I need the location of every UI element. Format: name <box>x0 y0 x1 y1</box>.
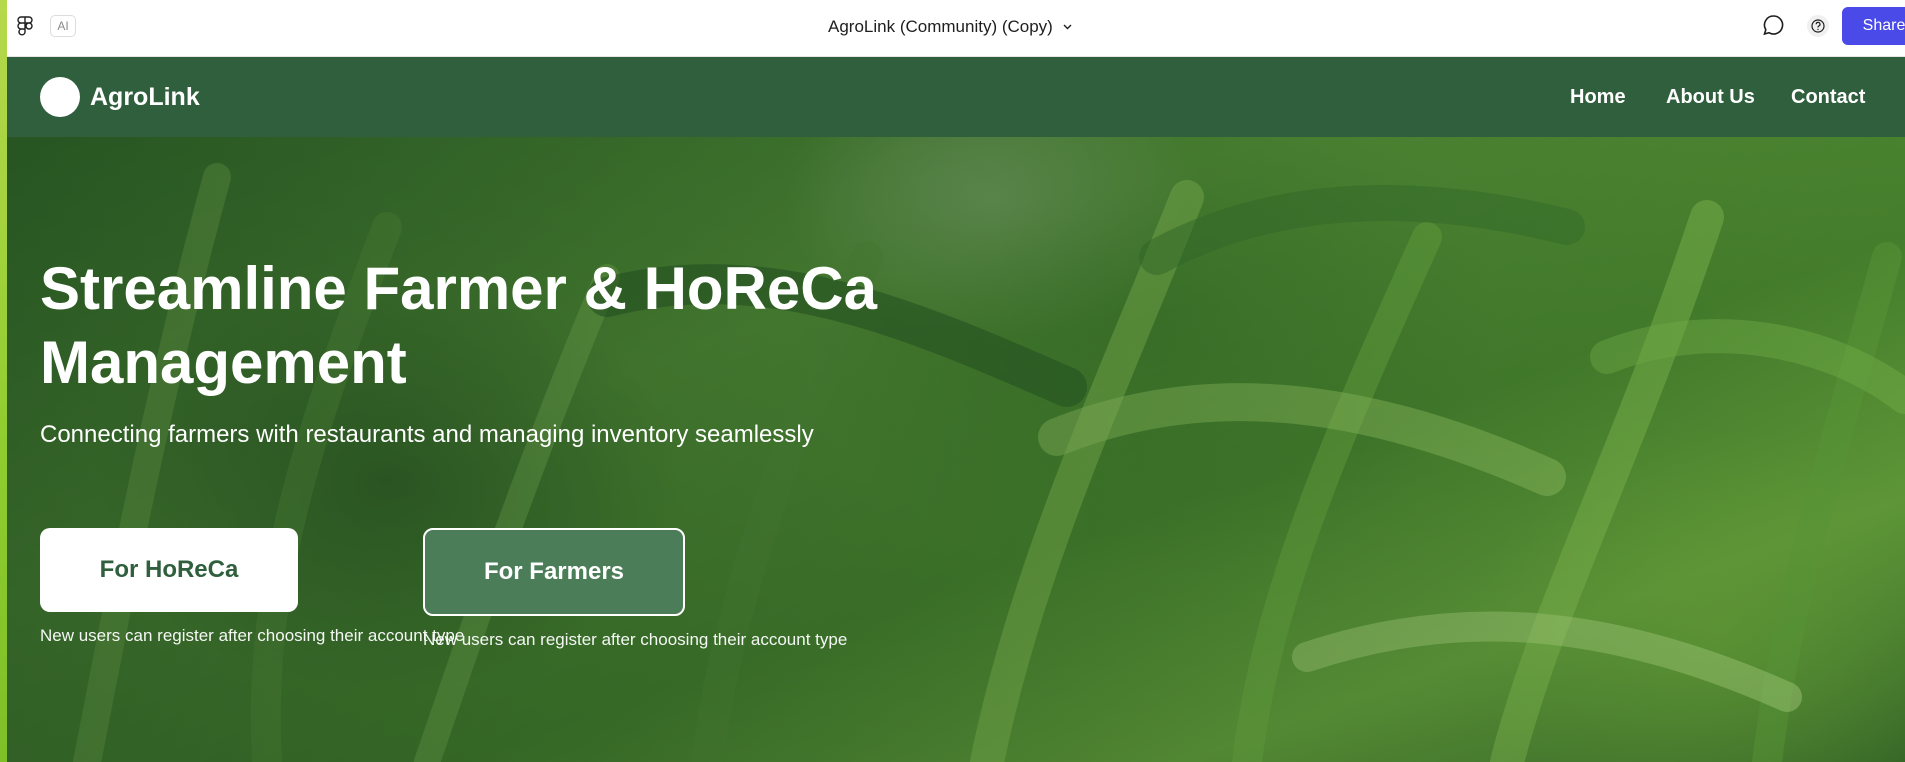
site-frame: AgroLink Home About Us Contact Streamlin… <box>7 57 1905 762</box>
nav-about-link[interactable]: About Us <box>1666 83 1755 111</box>
editor-top-bar: AI AgroLink (Community) (Copy) Share <box>0 0 1905 57</box>
canvas-edge-strip <box>0 0 7 762</box>
nav-home-link[interactable]: Home <box>1570 83 1626 111</box>
help-button[interactable] <box>1807 15 1829 37</box>
figma-logo-icon[interactable] <box>16 16 34 36</box>
brand-name[interactable]: AgroLink <box>90 81 200 113</box>
ai-button[interactable]: AI <box>50 15 76 37</box>
brand-logo-icon[interactable] <box>40 77 80 117</box>
hero-subheadline: Connecting farmers with restaurants and … <box>40 421 814 448</box>
file-title-menu[interactable]: AgroLink (Community) (Copy) <box>828 16 1072 38</box>
help-icon <box>1811 19 1825 33</box>
file-title: AgroLink (Community) (Copy) <box>828 17 1053 36</box>
for-horeca-button[interactable]: For HoReCa <box>40 528 298 612</box>
comment-icon[interactable] <box>1762 14 1785 37</box>
chevron-down-icon <box>1063 24 1072 30</box>
hero-headline: Streamline Farmer & HoReCa Management <box>40 255 877 396</box>
horeca-register-note: New users can register after choosing th… <box>40 626 465 645</box>
for-farmers-button[interactable]: For Farmers <box>423 528 685 616</box>
share-button[interactable]: Share <box>1842 7 1905 45</box>
farmers-register-note: New users can register after choosing th… <box>423 630 848 649</box>
site-navbar: AgroLink Home About Us Contact <box>7 57 1905 137</box>
nav-contact-link[interactable]: Contact <box>1791 83 1865 111</box>
